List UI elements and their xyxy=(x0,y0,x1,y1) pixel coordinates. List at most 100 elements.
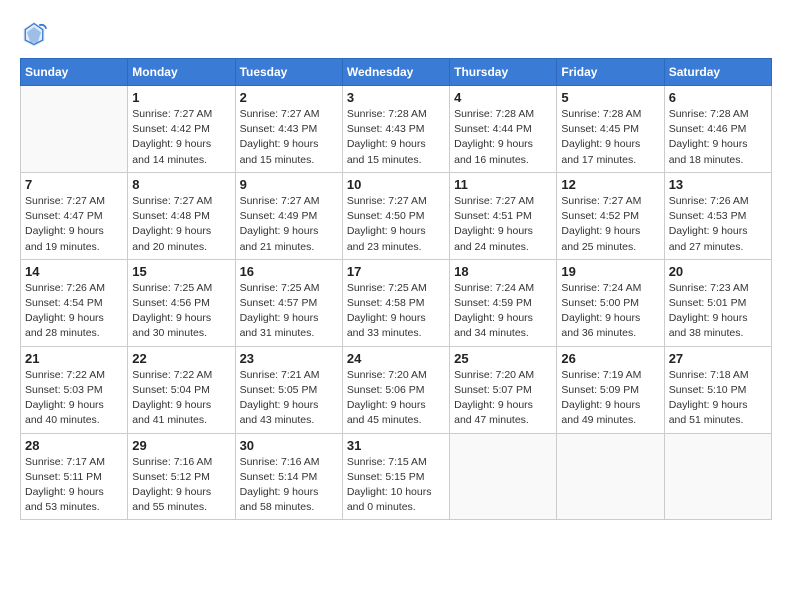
day-info: Sunrise: 7:17 AMSunset: 5:11 PMDaylight:… xyxy=(25,455,123,516)
day-number: 8 xyxy=(132,177,230,192)
day-info: Sunrise: 7:23 AMSunset: 5:01 PMDaylight:… xyxy=(669,281,767,342)
day-info: Sunrise: 7:16 AMSunset: 5:14 PMDaylight:… xyxy=(240,455,338,516)
calendar-cell: 17 Sunrise: 7:25 AMSunset: 4:58 PMDayligh… xyxy=(342,259,449,346)
day-info: Sunrise: 7:20 AMSunset: 5:06 PMDaylight:… xyxy=(347,368,445,429)
calendar-cell: 16Sunrise: 7:25 AMSunset: 4:57 PMDayligh… xyxy=(235,259,342,346)
day-number: 29 xyxy=(132,438,230,453)
day-info: Sunrise: 7:27 AMSunset: 4:50 PMDaylight:… xyxy=(347,194,445,255)
day-number: 24 xyxy=(347,351,445,366)
calendar-header: SundayMondayTuesdayWednesdayThursdayFrid… xyxy=(21,59,772,86)
calendar-cell: 15 Sunrise: 7:25 AMSunset: 4:56 PMDayligh… xyxy=(128,259,235,346)
calendar-cell xyxy=(21,86,128,173)
calendar-cell: 25Sunrise: 7:20 AMSunset: 5:07 PMDayligh… xyxy=(450,346,557,433)
day-info: Sunrise: 7:27 AMSunset: 4:47 PMDaylight:… xyxy=(25,194,123,255)
logo xyxy=(20,20,52,48)
calendar-cell: 30 Sunrise: 7:16 AMSunset: 5:14 PMDayligh… xyxy=(235,433,342,520)
calendar-cell xyxy=(664,433,771,520)
day-number: 17 xyxy=(347,264,445,279)
calendar-cell: 5 Sunrise: 7:28 AMSunset: 4:45 PMDaylight… xyxy=(557,86,664,173)
day-info: Sunrise: 7:25 AMSunset: 4:58 PMDaylight:… xyxy=(347,281,445,342)
day-number: 23 xyxy=(240,351,338,366)
calendar-cell: 29 Sunrise: 7:16 AMSunset: 5:12 PMDayligh… xyxy=(128,433,235,520)
calendar-cell: 21Sunrise: 7:22 AMSunset: 5:03 PMDayligh… xyxy=(21,346,128,433)
day-number: 15 xyxy=(132,264,230,279)
calendar-week-row: 1 Sunrise: 7:27 AMSunset: 4:42 PMDaylight… xyxy=(21,86,772,173)
day-info: Sunrise: 7:19 AMSunset: 5:09 PMDaylight:… xyxy=(561,368,659,429)
calendar-cell: 27 Sunrise: 7:18 AMSunset: 5:10 PMDayligh… xyxy=(664,346,771,433)
calendar-cell: 4Sunrise: 7:28 AMSunset: 4:44 PMDaylight… xyxy=(450,86,557,173)
weekday-header: Sunday xyxy=(21,59,128,86)
day-number: 19 xyxy=(561,264,659,279)
calendar-cell: 9 Sunrise: 7:27 AMSunset: 4:49 PMDaylight… xyxy=(235,172,342,259)
day-number: 16 xyxy=(240,264,338,279)
day-info: Sunrise: 7:27 AMSunset: 4:48 PMDaylight:… xyxy=(132,194,230,255)
day-number: 26 xyxy=(561,351,659,366)
calendar-cell: 7 Sunrise: 7:27 AMSunset: 4:47 PMDaylight… xyxy=(21,172,128,259)
day-info: Sunrise: 7:27 AMSunset: 4:52 PMDaylight:… xyxy=(561,194,659,255)
calendar-cell: 1 Sunrise: 7:27 AMSunset: 4:42 PMDaylight… xyxy=(128,86,235,173)
day-number: 1 xyxy=(132,90,230,105)
day-info: Sunrise: 7:24 AMSunset: 5:00 PMDaylight:… xyxy=(561,281,659,342)
day-number: 18 xyxy=(454,264,552,279)
day-info: Sunrise: 7:22 AMSunset: 5:04 PMDaylight:… xyxy=(132,368,230,429)
day-info: Sunrise: 7:25 AMSunset: 4:56 PMDaylight:… xyxy=(132,281,230,342)
calendar-cell: 3 Sunrise: 7:28 AMSunset: 4:43 PMDaylight… xyxy=(342,86,449,173)
calendar-week-row: 28 Sunrise: 7:17 AMSunset: 5:11 PMDayligh… xyxy=(21,433,772,520)
weekday-header: Wednesday xyxy=(342,59,449,86)
day-number: 11 xyxy=(454,177,552,192)
day-info: Sunrise: 7:28 AMSunset: 4:43 PMDaylight:… xyxy=(347,107,445,168)
day-info: Sunrise: 7:28 AMSunset: 4:46 PMDaylight:… xyxy=(669,107,767,168)
day-info: Sunrise: 7:27 AMSunset: 4:51 PMDaylight:… xyxy=(454,194,552,255)
calendar-cell xyxy=(557,433,664,520)
day-number: 9 xyxy=(240,177,338,192)
calendar-cell: 31Sunrise: 7:15 AMSunset: 5:15 PMDayligh… xyxy=(342,433,449,520)
day-number: 22 xyxy=(132,351,230,366)
day-number: 2 xyxy=(240,90,338,105)
calendar-cell: 12 Sunrise: 7:27 AMSunset: 4:52 PMDayligh… xyxy=(557,172,664,259)
calendar-cell: 11 Sunrise: 7:27 AMSunset: 4:51 PMDayligh… xyxy=(450,172,557,259)
calendar-cell xyxy=(450,433,557,520)
calendar-cell: 18 Sunrise: 7:24 AMSunset: 4:59 PMDayligh… xyxy=(450,259,557,346)
calendar-week-row: 21Sunrise: 7:22 AMSunset: 5:03 PMDayligh… xyxy=(21,346,772,433)
calendar-cell: 23 Sunrise: 7:21 AMSunset: 5:05 PMDayligh… xyxy=(235,346,342,433)
day-number: 10 xyxy=(347,177,445,192)
calendar-cell: 19 Sunrise: 7:24 AMSunset: 5:00 PMDayligh… xyxy=(557,259,664,346)
day-info: Sunrise: 7:24 AMSunset: 4:59 PMDaylight:… xyxy=(454,281,552,342)
calendar-table: SundayMondayTuesdayWednesdayThursdayFrid… xyxy=(20,58,772,520)
day-info: Sunrise: 7:21 AMSunset: 5:05 PMDaylight:… xyxy=(240,368,338,429)
weekday-header: Saturday xyxy=(664,59,771,86)
calendar-cell: 22 Sunrise: 7:22 AMSunset: 5:04 PMDayligh… xyxy=(128,346,235,433)
day-number: 3 xyxy=(347,90,445,105)
day-number: 5 xyxy=(561,90,659,105)
day-info: Sunrise: 7:27 AMSunset: 4:43 PMDaylight:… xyxy=(240,107,338,168)
calendar-cell: 24 Sunrise: 7:20 AMSunset: 5:06 PMDayligh… xyxy=(342,346,449,433)
day-info: Sunrise: 7:26 AMSunset: 4:54 PMDaylight:… xyxy=(25,281,123,342)
day-number: 25 xyxy=(454,351,552,366)
calendar-cell: 8 Sunrise: 7:27 AMSunset: 4:48 PMDaylight… xyxy=(128,172,235,259)
day-info: Sunrise: 7:22 AMSunset: 5:03 PMDaylight:… xyxy=(25,368,123,429)
day-info: Sunrise: 7:27 AMSunset: 4:49 PMDaylight:… xyxy=(240,194,338,255)
day-number: 14 xyxy=(25,264,123,279)
day-info: Sunrise: 7:16 AMSunset: 5:12 PMDaylight:… xyxy=(132,455,230,516)
day-info: Sunrise: 7:26 AMSunset: 4:53 PMDaylight:… xyxy=(669,194,767,255)
day-info: Sunrise: 7:28 AMSunset: 4:44 PMDaylight:… xyxy=(454,107,552,168)
day-number: 12 xyxy=(561,177,659,192)
day-info: Sunrise: 7:27 AMSunset: 4:42 PMDaylight:… xyxy=(132,107,230,168)
day-number: 28 xyxy=(25,438,123,453)
calendar-cell: 14 Sunrise: 7:26 AMSunset: 4:54 PMDayligh… xyxy=(21,259,128,346)
logo-icon xyxy=(20,20,48,48)
header xyxy=(20,20,772,48)
day-number: 7 xyxy=(25,177,123,192)
calendar-cell: 2 Sunrise: 7:27 AMSunset: 4:43 PMDaylight… xyxy=(235,86,342,173)
day-info: Sunrise: 7:18 AMSunset: 5:10 PMDaylight:… xyxy=(669,368,767,429)
weekday-header: Monday xyxy=(128,59,235,86)
calendar-cell: 28 Sunrise: 7:17 AMSunset: 5:11 PMDayligh… xyxy=(21,433,128,520)
day-info: Sunrise: 7:28 AMSunset: 4:45 PMDaylight:… xyxy=(561,107,659,168)
calendar-cell: 13Sunrise: 7:26 AMSunset: 4:53 PMDayligh… xyxy=(664,172,771,259)
calendar-week-row: 7 Sunrise: 7:27 AMSunset: 4:47 PMDaylight… xyxy=(21,172,772,259)
day-number: 30 xyxy=(240,438,338,453)
calendar-cell: 6Sunrise: 7:28 AMSunset: 4:46 PMDaylight… xyxy=(664,86,771,173)
weekday-header: Thursday xyxy=(450,59,557,86)
day-number: 27 xyxy=(669,351,767,366)
day-number: 20 xyxy=(669,264,767,279)
